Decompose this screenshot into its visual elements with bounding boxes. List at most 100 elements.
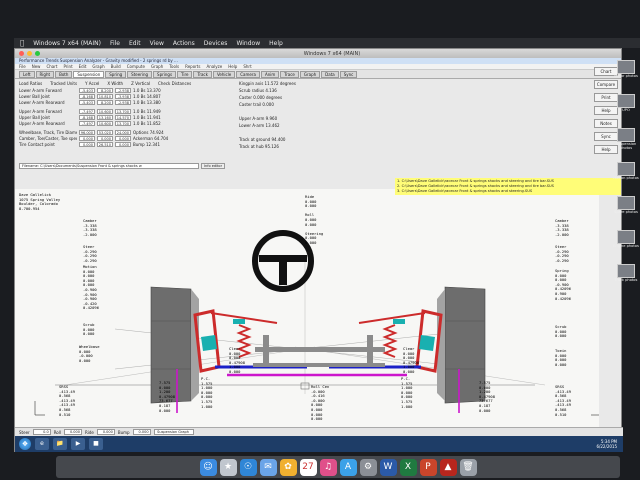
desktop-icon[interactable]: Motor photos [612,60,640,86]
x-value-input[interactable]: 0.000 [97,135,113,141]
zoom-icon[interactable] [35,51,40,56]
y-value-input[interactable]: -8.168 [79,114,95,120]
z-value-input[interactable]: 0.000 [115,135,131,141]
safari-icon[interactable]: ☉ [239,458,257,476]
z-value-input[interactable]: 0.000 [115,141,131,147]
tab-track[interactable]: Track [193,71,212,78]
tab-sync[interactable]: Sync [339,71,358,78]
tab-camera[interactable]: Camera [236,71,260,78]
appstore-icon[interactable]: A [339,458,357,476]
app-menu-item[interactable]: Reports [185,64,200,69]
y-value-input[interactable]: -5.403 [79,87,95,93]
x-value-input[interactable]: 26.510 [97,141,113,147]
y-value-input[interactable]: -7.497 [79,108,95,114]
app-menu-item[interactable]: New [32,64,41,69]
recent-file-item[interactable]: 3. C:\Users\Dave Gallelick\racecar Front… [397,189,619,194]
tab-graph[interactable]: Graph [299,71,321,78]
tab-left[interactable]: Left [19,71,35,78]
x-value-input[interactable]: 53.020 [97,129,113,135]
steer-input[interactable]: 0.0 [32,429,51,435]
app-menu-item[interactable]: Edit [79,64,87,69]
launchpad-icon[interactable]: ★ [219,458,237,476]
app-menu-item[interactable]: Graph [92,64,104,69]
excel-icon[interactable]: X [399,458,417,476]
mac-menu-edit[interactable]: Edit [129,40,141,47]
y-value-input[interactable]: -5.403 [79,99,95,105]
y-value-input[interactable]: 96.000 [79,129,95,135]
acrobat-icon[interactable]: ▲ [439,458,457,476]
z-value-input[interactable]: -3.938 [115,93,131,99]
x-value-input[interactable]: 10.600 [97,108,113,114]
desktop-icon[interactable]: Spare photos [612,196,640,222]
z-value-input[interactable]: 14.570 [115,114,131,120]
apple-icon[interactable]:  [20,39,24,47]
y-value-input[interactable]: -7.497 [79,120,95,126]
mac-menu-app[interactable]: Windows 7 x64 (MAIN) [33,40,101,47]
app-menu-item[interactable]: Build [111,64,121,69]
itunes-icon[interactable]: ♫ [319,458,337,476]
app-task-icon[interactable]: ■ [89,438,103,450]
x-value-input[interactable]: 13.160 [97,114,113,120]
desktop-icon[interactable]: Suspension photos [612,128,640,154]
tab-springs[interactable]: Springs [153,71,177,78]
mac-menu-view[interactable]: View [150,40,164,47]
tab-steering[interactable]: Steering [127,71,153,78]
y-value-input[interactable]: 0.000 [79,135,95,141]
x-value-input[interactable]: 10.810 [97,93,113,99]
tab-anim[interactable]: Anim [260,71,280,78]
tab-trace[interactable]: Trace [280,71,299,78]
app-menu-item[interactable]: Print [63,64,72,69]
z-value-input[interactable]: 24.000 [115,129,131,135]
x-value-input[interactable]: 10.600 [97,120,113,126]
app-menu-item[interactable]: Shrt [243,64,251,69]
y-value-input[interactable]: -8.168 [79,93,95,99]
suspension-graphics-area[interactable]: Dave Gallelick 1075 Spring Valley Boulde… [15,189,599,427]
bump-input[interactable]: 0.000 [132,429,151,435]
app-menu-item[interactable]: Analyze [206,64,222,69]
tab-both[interactable]: Both [55,71,73,78]
tab-data[interactable]: Data [321,71,339,78]
prefs-icon[interactable]: ⚙ [359,458,377,476]
mac-menu-devices[interactable]: Devices [204,40,228,47]
roll-input[interactable]: 0.000 [63,429,82,435]
desktop-icon[interactable]: Motion photos [612,162,640,188]
app-menu-item[interactable]: Tools [169,64,179,69]
app-menu-item[interactable]: Help [228,64,237,69]
calendar-icon[interactable]: 27 [299,458,317,476]
y-value-input[interactable]: 0.000 [79,141,95,147]
tab-spring[interactable]: Spring [105,71,127,78]
mac-menu-window[interactable]: Window [236,40,260,47]
mail-icon[interactable]: ✉ [259,458,277,476]
desktop-icon[interactable]: Track photos [612,264,640,290]
mac-menu-file[interactable]: File [110,40,120,47]
ie-icon[interactable]: e [35,438,49,450]
windows-start-icon[interactable]: ❖ [19,438,31,450]
ride-input[interactable]: 0.000 [96,429,115,435]
media-icon[interactable]: ▶ [71,438,85,450]
z-value-input[interactable]: 13.700 [115,120,131,126]
mac-menu-actions[interactable]: Actions [173,40,195,47]
suspension-graph-button[interactable]: Suspension Graph [153,429,194,435]
trash-icon[interactable]: 🗑 [459,458,477,476]
minimize-icon[interactable] [27,51,32,56]
desktop-icon[interactable]: Engine photos [612,230,640,256]
x-value-input[interactable]: 8.200 [97,87,113,93]
app-menu-item[interactable]: Compute [127,64,145,69]
app-menu-item[interactable]: Graph [151,64,163,69]
tab-right[interactable]: Right [35,71,55,78]
z-value-input[interactable]: -2.938 [115,99,131,105]
filename-field[interactable]: Filename: C:\Users\Documents\Suspension … [19,163,199,169]
explorer-icon[interactable]: 📁 [53,438,67,450]
tab-tire[interactable]: Tire [177,71,193,78]
photos-icon[interactable]: ✿ [279,458,297,476]
tab-suspension[interactable]: Suspension [73,71,105,78]
powerpoint-icon[interactable]: P [419,458,437,476]
z-value-input[interactable]: -2.938 [115,87,131,93]
desktop-icon[interactable]: UPO [612,94,640,120]
x-value-input[interactable]: 8.200 [97,99,113,105]
close-icon[interactable] [19,51,24,56]
app-menu-item[interactable]: Chart [46,64,57,69]
tab-vehicle[interactable]: Vehicle [212,71,236,78]
mac-menu-help[interactable]: Help [269,40,283,47]
finder-icon[interactable]: ☺ [199,458,217,476]
